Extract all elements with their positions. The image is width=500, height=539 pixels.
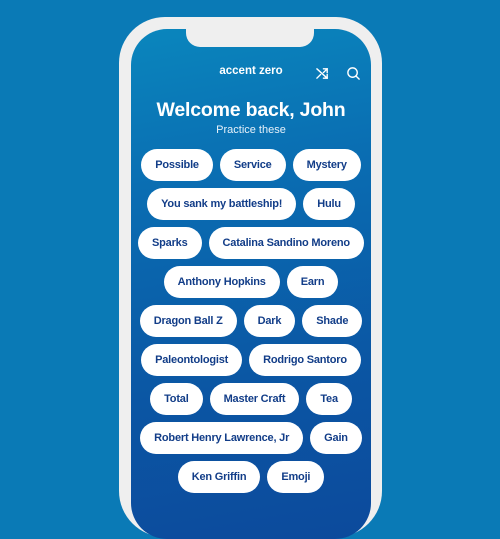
shuffle-button[interactable] [312,63,332,83]
search-button[interactable] [343,63,363,83]
practice-chip[interactable]: Gain [310,422,362,454]
chip-row: Robert Henry Lawrence, Jr Gain [131,422,371,454]
practice-chip[interactable]: Master Craft [209,383,300,415]
practice-chip[interactable]: Mystery [292,149,361,181]
practice-chip[interactable]: Dragon Ball Z [139,305,237,337]
phone-screen: accent zero Welcome back, John Practice … [131,29,371,539]
practice-chips: Possible Service Mystery You sank my battle… [131,149,371,500]
practice-chip[interactable]: Emoji [267,461,325,493]
chip-row: Dragon Ball Z Dark Shade [131,305,371,337]
practice-chip[interactable]: Shade [302,305,363,337]
shuffle-icon [315,67,328,79]
chip-row: Sparks Catalina Sandino Moreno [131,227,371,259]
practice-chip[interactable]: Service [219,149,286,181]
practice-chip[interactable]: Sparks [138,227,202,259]
practice-chip[interactable]: Dark [243,305,296,337]
top-bar: accent zero [131,63,371,83]
practice-chip[interactable]: Tea [306,383,352,415]
search-icon [346,66,360,80]
practice-chip[interactable]: Catalina Sandino Moreno [208,227,364,259]
subtitle: Practice these [216,124,286,136]
chip-row: Paleontologist Rodrigo Santoro [131,344,371,376]
practice-chip[interactable]: Anthony Hopkins [163,266,280,298]
practice-chip[interactable]: Total [150,383,203,415]
practice-chip[interactable]: Possible [141,149,213,181]
chip-row: Total Master Craft Tea [131,383,371,415]
chip-row: Possible Service Mystery [131,149,371,181]
practice-chip[interactable]: Earn [286,266,339,298]
practice-chip[interactable]: Rodrigo Santoro [249,344,361,376]
practice-chip[interactable]: Paleontologist [141,344,243,376]
practice-chip[interactable]: Ken Griffin [177,461,261,493]
chip-row: Anthony Hopkins Earn [131,266,371,298]
chip-row: Ken Griffin Emoji [131,461,371,493]
practice-chip[interactable]: Robert Henry Lawrence, Jr [140,422,304,454]
practice-chip[interactable]: Hulu [303,188,355,220]
practice-chip[interactable]: You sank my battleship! [147,188,297,220]
phone-notch [186,17,314,47]
app-title: accent zero [219,65,283,77]
welcome-heading: Welcome back, John [156,99,346,121]
chip-row: You sank my battleship! Hulu [131,188,371,220]
